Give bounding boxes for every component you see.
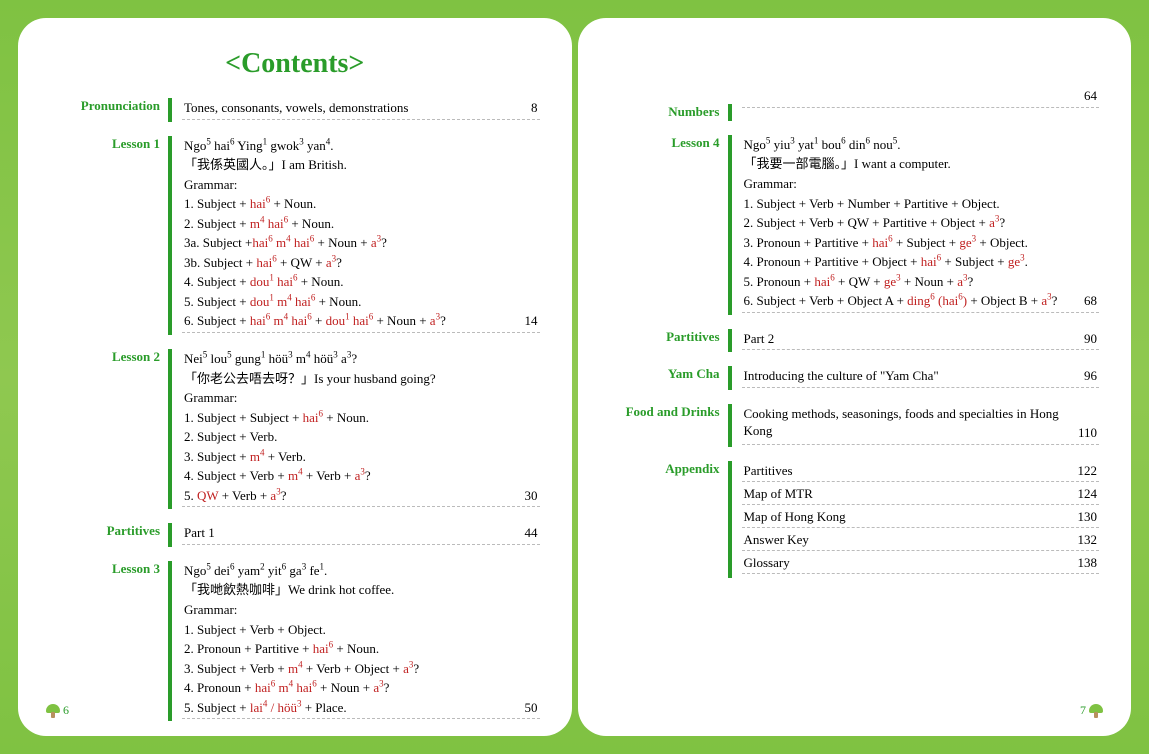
appendix-item: Map of MTR124 <box>742 484 1100 505</box>
entry-numbers: Numbers 64 <box>610 104 1100 121</box>
page-num: 8 <box>531 99 538 117</box>
page-num: 50 <box>525 699 538 717</box>
appendix-body: Partitives122Map of MTR124Map of Hong Ko… <box>728 461 1100 578</box>
page-num: 14 <box>525 312 538 330</box>
mushroom-icon <box>1089 704 1103 718</box>
page-spread: <Contents> Pronunciation Tones, consonan… <box>0 0 1149 754</box>
label-lesson3: Lesson 3 <box>50 561 168 721</box>
entry-lesson4: Lesson 4 Ngo5 yiu3 yat1 bou6 din6 nou5. … <box>610 135 1100 315</box>
appendix-item: Partitives122 <box>742 461 1100 482</box>
entry-lesson2: Lesson 2 Nei5 lou5 gung1 höü3 m4 höü3 a3… <box>50 349 540 509</box>
entry-food: Food and Drinks Cooking methods, seasoni… <box>610 404 1100 447</box>
appendix-item: Map of Hong Kong130 <box>742 507 1100 528</box>
pronunciation-text: Tones, consonants, vowels, demonstration… <box>182 98 540 120</box>
entry-partitives2: Partitives Part 2 90 <box>610 329 1100 353</box>
appendix-item: Answer Key132 <box>742 530 1100 551</box>
entry-lesson3: Lesson 3 Ngo5 dei6 yam2 yit6 ga3 fe1. 「我… <box>50 561 540 721</box>
entry-lesson1: Lesson 1 Ngo5 hai6 Ying1 gwok3 yan4. 「我係… <box>50 136 540 335</box>
label-lesson2: Lesson 2 <box>50 349 168 509</box>
l1-last: 6. Subject + hai6 m4 hai6 + dou1 hai6 + … <box>182 311 540 333</box>
body-lesson2: Nei5 lou5 gung1 höü3 m4 höü3 a3? 「你老公去唔去… <box>168 349 540 509</box>
body-lesson1: Ngo5 hai6 Ying1 gwok3 yan4. 「我係英國人。」I am… <box>168 136 540 335</box>
l1-romanization: Ngo5 hai6 Ying1 gwok3 yan4. <box>182 136 540 156</box>
mushroom-icon <box>46 704 60 718</box>
label-pronunciation: Pronunciation <box>50 98 168 122</box>
entry-yamcha: Yam Cha Introducing the culture of "Yam … <box>610 366 1100 390</box>
right-footer: 7 <box>1080 703 1103 718</box>
page-num: 44 <box>525 524 538 542</box>
l1-grammar-label: Grammar: <box>182 175 540 195</box>
body-pronunciation: Tones, consonants, vowels, demonstration… <box>168 98 540 122</box>
left-footer: 6 <box>46 703 69 718</box>
l1-translation: 「我係英國人。」I am British. <box>182 155 540 175</box>
right-page: Numbers 64 Lesson 4 Ngo5 yiu3 yat1 bou6 … <box>578 18 1132 736</box>
label-partitives1: Partitives <box>50 523 168 547</box>
label-lesson1: Lesson 1 <box>50 136 168 335</box>
entry-appendix: Appendix Partitives122Map of MTR124Map o… <box>610 461 1100 578</box>
entry-pronunciation: Pronunciation Tones, consonants, vowels,… <box>50 98 540 122</box>
contents-title: <Contents> <box>50 48 540 80</box>
appendix-item: Glossary138 <box>742 553 1100 574</box>
page-num: 30 <box>525 487 538 505</box>
entry-partitives1: Partitives Part 1 44 <box>50 523 540 547</box>
left-page: <Contents> Pronunciation Tones, consonan… <box>18 18 572 736</box>
